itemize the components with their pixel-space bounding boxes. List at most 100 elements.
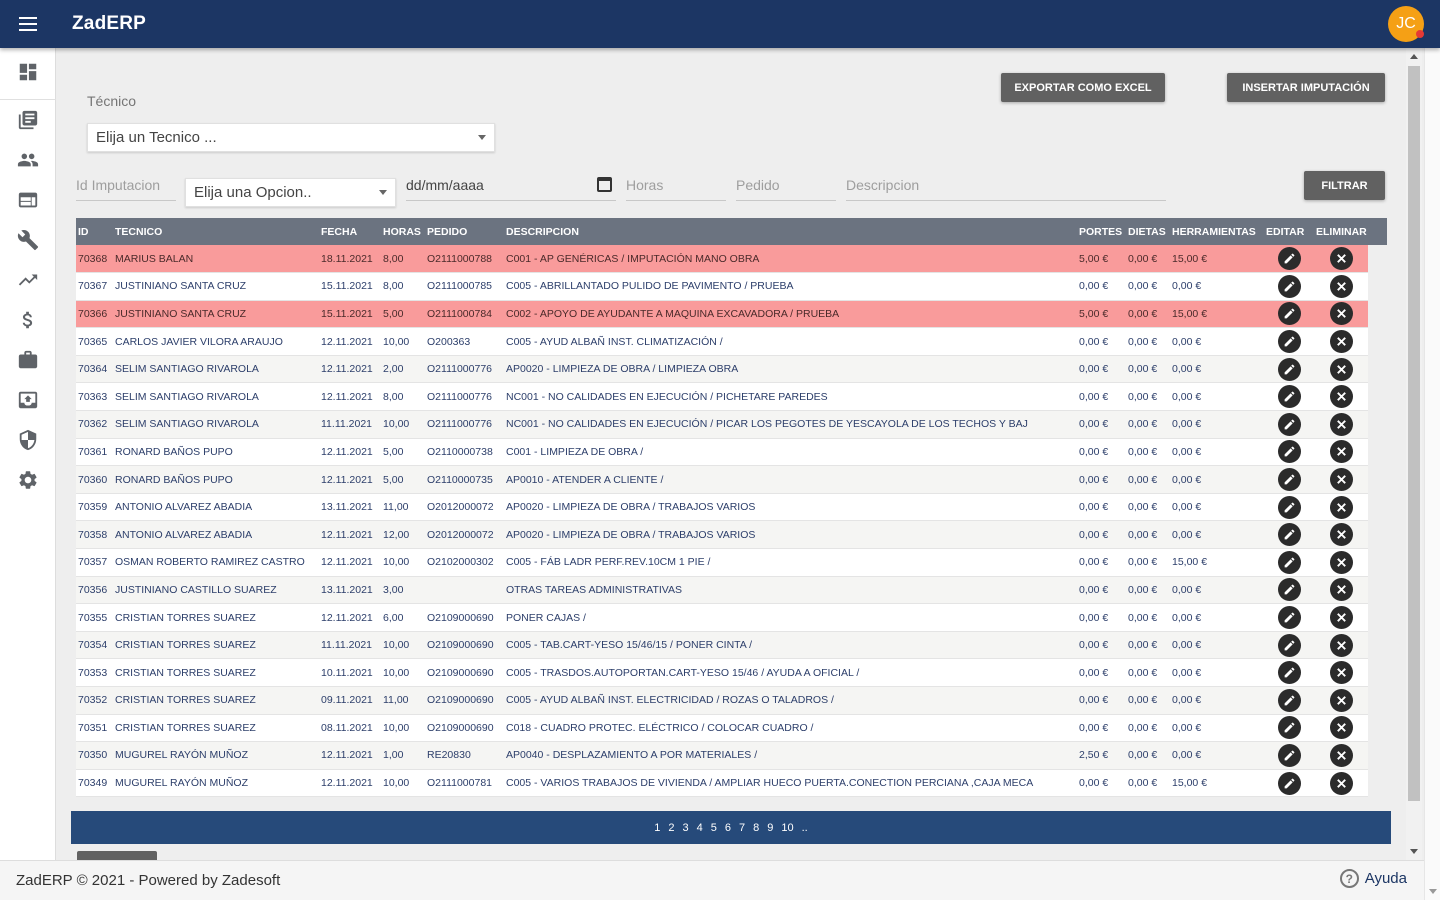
col-header-pedido[interactable]: PEDIDO xyxy=(425,218,504,245)
table-row[interactable]: 70358 ANTONIO ALVAREZ ABADIA 12.11.2021 12,… xyxy=(76,520,1368,549)
table-row[interactable]: 70359 ANTONIO ALVAREZ ABADIA 13.11.2021 11,… xyxy=(76,493,1368,521)
table-row[interactable]: 70352 CRISTIAN TORRES SUAREZ 09.11.2021 11,… xyxy=(76,686,1368,715)
delete-button[interactable] xyxy=(1329,743,1353,767)
table-row[interactable]: 70367 JUSTINIANO SANTA CRUZ 15.11.2021 8,00… xyxy=(76,272,1368,301)
sidebar-item-tools[interactable] xyxy=(0,220,56,260)
sidebar-item-people[interactable] xyxy=(0,140,56,180)
delete-button[interactable] xyxy=(1329,661,1353,685)
delete-button[interactable] xyxy=(1329,523,1353,547)
delete-button[interactable] xyxy=(1329,716,1353,740)
menu-button[interactable] xyxy=(0,0,56,48)
table-row[interactable]: 70362 SELIM SANTIAGO RIVAROLA 11.11.2021 10… xyxy=(76,410,1368,439)
edit-button[interactable] xyxy=(1277,357,1301,381)
table-row[interactable]: 70356 JUSTINIANO CASTILLO SUAREZ 13.11.202… xyxy=(76,576,1368,604)
edit-button[interactable] xyxy=(1277,302,1301,326)
delete-button[interactable] xyxy=(1329,274,1353,298)
table-row[interactable]: 70368 MARIUS BALAN 18.11.2021 8,00 O21110007… xyxy=(76,245,1368,273)
opcion-select[interactable]: Elija una Opcion.. xyxy=(185,178,396,207)
help-link[interactable]: ? Ayuda xyxy=(1339,869,1407,888)
sidebar-item-finance[interactable] xyxy=(0,300,56,340)
bottom-button-partial[interactable] xyxy=(77,851,157,860)
page-link[interactable]: 1 xyxy=(654,822,660,834)
sidebar-item-security[interactable] xyxy=(0,420,56,460)
page-link[interactable]: 7 xyxy=(739,822,745,834)
pedido-input[interactable]: Pedido xyxy=(736,176,836,201)
col-header-portes[interactable]: PORTES xyxy=(1077,218,1126,245)
delete-button[interactable] xyxy=(1329,550,1353,574)
edit-button[interactable] xyxy=(1277,661,1301,685)
sidebar-item-work[interactable] xyxy=(0,340,56,380)
id-imputacion-input[interactable]: Id Imputacion xyxy=(76,176,176,201)
table-row[interactable]: 70350 MUGUREL RAYÓN MUÑOZ 12.11.2021 1,00 RE… xyxy=(76,741,1368,770)
edit-button[interactable] xyxy=(1277,578,1301,602)
delete-button[interactable] xyxy=(1329,578,1353,602)
edit-button[interactable] xyxy=(1277,247,1301,271)
scroll-up-arrow[interactable] xyxy=(1410,54,1418,59)
edit-button[interactable] xyxy=(1277,412,1301,436)
sidebar-item-archive[interactable] xyxy=(0,380,56,420)
delete-button[interactable] xyxy=(1329,357,1353,381)
tecnico-select[interactable]: Elija un Tecnico ... xyxy=(87,123,495,152)
table-row[interactable]: 70360 RONARD BAÑOS PUPO 12.11.2021 5,00 O211… xyxy=(76,465,1368,494)
filter-button[interactable]: FILTRAR xyxy=(1304,171,1385,200)
edit-button[interactable] xyxy=(1277,523,1301,547)
delete-button[interactable] xyxy=(1329,495,1353,519)
table-row[interactable]: 70364 SELIM SANTIAGO RIVAROLA 12.11.2021 2,… xyxy=(76,355,1368,383)
delete-button[interactable] xyxy=(1329,688,1353,712)
date-input[interactable]: dd/mm/aaaa xyxy=(406,176,616,201)
edit-button[interactable] xyxy=(1277,716,1301,740)
edit-button[interactable] xyxy=(1277,468,1301,492)
page-link[interactable]: 4 xyxy=(697,822,703,834)
user-avatar[interactable]: JC xyxy=(1388,6,1424,42)
col-header-descripcion[interactable]: DESCRIPCION xyxy=(504,218,1077,245)
col-header-tecnico[interactable]: TECNICO xyxy=(113,218,319,245)
descripcion-input[interactable]: Descripcion xyxy=(846,176,1166,201)
sidebar-item-settings[interactable] xyxy=(0,460,56,500)
delete-button[interactable] xyxy=(1329,633,1353,657)
col-header-id[interactable]: ID xyxy=(76,218,113,245)
edit-button[interactable] xyxy=(1277,330,1301,354)
horas-input[interactable]: Horas xyxy=(626,176,726,201)
scroll-down-arrow[interactable] xyxy=(1410,849,1418,854)
delete-button[interactable] xyxy=(1329,468,1353,492)
col-header-horas[interactable]: HORAS xyxy=(381,218,425,245)
edit-button[interactable] xyxy=(1277,550,1301,574)
scroll-thumb[interactable] xyxy=(1408,66,1420,801)
edit-button[interactable] xyxy=(1277,385,1301,409)
table-row[interactable]: 70363 SELIM SANTIAGO RIVAROLA 12.11.2021 8,… xyxy=(76,382,1368,411)
page-link[interactable]: .. xyxy=(802,822,808,834)
delete-button[interactable] xyxy=(1329,412,1353,436)
export-excel-button[interactable]: EXPORTAR COMO EXCEL xyxy=(1001,73,1165,102)
table-row[interactable]: 70366 JUSTINIANO SANTA CRUZ 15.11.2021 5,00… xyxy=(76,300,1368,328)
page-link[interactable]: 8 xyxy=(753,822,759,834)
table-row[interactable]: 70355 CRISTIAN TORRES SUAREZ 12.11.2021 6,0… xyxy=(76,603,1368,632)
page-link[interactable]: 9 xyxy=(767,822,773,834)
edit-button[interactable] xyxy=(1277,633,1301,657)
sidebar-item-trending[interactable] xyxy=(0,260,56,300)
delete-button[interactable] xyxy=(1329,247,1353,271)
table-row[interactable]: 70354 CRISTIAN TORRES SUAREZ 11.11.2021 10,… xyxy=(76,631,1368,659)
page-link[interactable]: 2 xyxy=(668,822,674,834)
table-row[interactable]: 70351 CRISTIAN TORRES SUAREZ 08.11.2021 10,… xyxy=(76,714,1368,742)
edit-button[interactable] xyxy=(1277,688,1301,712)
delete-button[interactable] xyxy=(1329,330,1353,354)
main-scrollbar[interactable] xyxy=(1406,48,1422,860)
table-row[interactable]: 70365 CARLOS JAVIER VILORA ARAUJO 12.11.20… xyxy=(76,327,1368,356)
page-link[interactable]: 10 xyxy=(781,822,793,834)
edit-button[interactable] xyxy=(1277,495,1301,519)
table-row[interactable]: 70361 RONARD BAÑOS PUPO 12.11.2021 5,00 O211… xyxy=(76,438,1368,466)
page-scrollbar[interactable] xyxy=(1424,48,1440,900)
delete-button[interactable] xyxy=(1329,302,1353,326)
table-row[interactable]: 70357 OSMAN ROBERTO RAMIREZ CASTRO 12.11.2… xyxy=(76,548,1368,577)
delete-button[interactable] xyxy=(1329,606,1353,630)
table-row[interactable]: 70353 CRISTIAN TORRES SUAREZ 10.11.2021 10,… xyxy=(76,658,1368,687)
insert-imputacion-button[interactable]: INSERTAR IMPUTACIÓN xyxy=(1227,73,1385,102)
page-link[interactable]: 5 xyxy=(711,822,717,834)
delete-button[interactable] xyxy=(1329,385,1353,409)
col-header-fecha[interactable]: FECHA xyxy=(319,218,381,245)
page-link[interactable]: 3 xyxy=(683,822,689,834)
edit-button[interactable] xyxy=(1277,440,1301,464)
edit-button[interactable] xyxy=(1277,771,1301,795)
col-header-herramientas[interactable]: HERRAMIENTAS xyxy=(1170,218,1264,245)
col-header-dietas[interactable]: DIETAS xyxy=(1126,218,1170,245)
